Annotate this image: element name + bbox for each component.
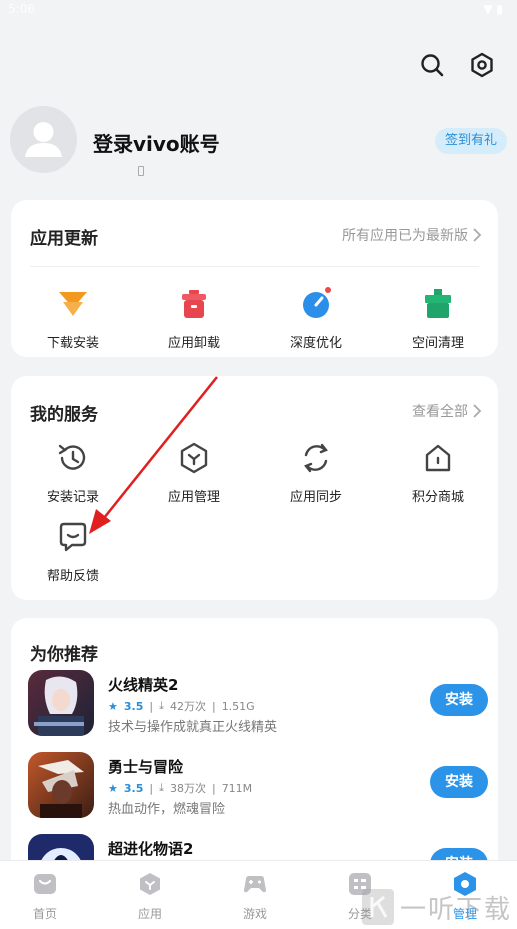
optimize-item[interactable]: 深度优化 [266, 286, 366, 351]
updates-link-label: 所有应用已为最新版 [342, 228, 468, 244]
app-name: 火线精英2 [108, 676, 179, 694]
download-count-icon: ⤓ [159, 699, 164, 712]
sign-in-badge[interactable]: 签到有礼 [434, 128, 507, 154]
services-title: 我的服务 [30, 405, 98, 425]
placeholder-glyph [138, 166, 144, 176]
status-bar: 5:06 ▼ ▮ [0, 0, 517, 22]
clean-icon [425, 289, 451, 318]
apps-icon [140, 873, 160, 895]
game-art-icon [28, 670, 94, 736]
app-name: 勇士与冒险 [108, 758, 184, 776]
settings-icon[interactable] [469, 52, 495, 78]
status-time: 5:06 [8, 2, 35, 16]
optimize-label: 深度优化 [289, 336, 342, 351]
services-card: 我的服务 查看全部 安装记录 应用管理 应用同步 积分商城 帮助反馈 [11, 376, 498, 600]
help-feedback-item[interactable]: 帮助反馈 [23, 519, 123, 584]
game-art-icon [28, 752, 94, 818]
separator: | [211, 781, 216, 795]
app-rating: 3.5 [123, 781, 144, 795]
separator: | [149, 699, 154, 713]
uninstall-item[interactable]: 应用卸载 [144, 286, 244, 351]
app-size: 1.51G [221, 699, 255, 713]
recommend-title: 为你推荐 [30, 645, 98, 665]
download-count-icon: ⤓ [159, 781, 164, 794]
app-downloads: 42万次 [169, 700, 206, 713]
home-icon [34, 874, 56, 894]
help-feedback-label: 帮助反馈 [46, 569, 99, 584]
watermark-logo-icon [362, 889, 394, 925]
separator: | [211, 699, 216, 713]
watermark-text: 一听下载 [400, 895, 513, 925]
divider [30, 266, 479, 267]
services-view-all-label: 查看全部 [412, 404, 468, 420]
download-install-item[interactable]: 下载安装 [23, 286, 123, 351]
tab-home[interactable]: 首页 [15, 871, 75, 922]
status-icons: ▼ ▮ [483, 2, 503, 16]
app-downloads: 38万次 [169, 782, 206, 795]
feedback-icon [59, 522, 87, 552]
uninstall-icon [182, 290, 206, 318]
services-view-all[interactable]: 查看全部 [412, 401, 482, 421]
download-icon [59, 292, 87, 316]
login-title[interactable]: 登录vivo账号 [93, 128, 220, 157]
app-size: 711M [221, 781, 253, 795]
optimize-icon [303, 287, 331, 318]
updates-link[interactable]: 所有应用已为最新版 [342, 225, 482, 245]
app-sync-label: 应用同步 [289, 490, 342, 505]
app-meta: ★ 3.5 | ⤓ 42万次 | 1.51G [108, 698, 255, 714]
app-meta: ★ 3.5 | ⤓ 38万次 | 711M [108, 780, 252, 796]
app-icon-hxjy[interactable] [28, 670, 94, 736]
search-icon[interactable] [419, 52, 445, 78]
chevron-right-icon [473, 404, 482, 418]
history-icon [58, 444, 86, 470]
download-install-label: 下载安装 [46, 336, 99, 351]
clean-item[interactable]: 空间清理 [388, 286, 488, 351]
user-icon [25, 122, 62, 157]
install-button[interactable]: 安装 [430, 684, 488, 716]
star-icon: ★ [108, 699, 118, 713]
manage-icon [180, 442, 208, 474]
star-icon: ★ [108, 781, 118, 795]
app-sync-item[interactable]: 应用同步 [266, 440, 366, 505]
chevron-right-icon [473, 228, 482, 242]
app-manage-label: 应用管理 [167, 490, 220, 505]
tab-games[interactable]: 游戏 [225, 871, 285, 922]
points-store-item[interactable]: 积分商城 [388, 440, 488, 505]
install-button[interactable]: 安装 [430, 766, 488, 798]
recommend-card: 为你推荐 火线精英2 ★ 3.5 | ⤓ 42万次 | 1.51G 技术与操作成… [11, 618, 498, 900]
profile-section: 登录vivo账号 签到有礼 [10, 106, 507, 176]
separator: | [149, 781, 154, 795]
app-description: 热血动作，燃魂冒险 [108, 802, 226, 817]
app-rating: 3.5 [123, 699, 144, 713]
install-history-item[interactable]: 安装记录 [23, 440, 123, 505]
app-description: 技术与操作成就真正火线精英 [108, 720, 278, 735]
store-icon [425, 444, 451, 472]
updates-card: 应用更新 所有应用已为最新版 下载安装 应用卸载 深度优化 空间清理 [11, 200, 498, 357]
tab-apps[interactable]: 应用 [120, 871, 180, 922]
uninstall-label: 应用卸载 [167, 336, 220, 351]
game-icon [244, 876, 266, 893]
sync-icon [304, 443, 328, 473]
avatar[interactable] [10, 106, 77, 173]
points-store-label: 积分商城 [411, 490, 464, 505]
tab-home-label: 首页 [32, 907, 57, 921]
top-toolbar [419, 52, 495, 78]
updates-title: 应用更新 [30, 229, 98, 249]
clean-label: 空间清理 [411, 336, 464, 351]
tab-games-label: 游戏 [242, 907, 267, 921]
app-row[interactable]: 火线精英2 ★ 3.5 | ⤓ 42万次 | 1.51G 技术与操作成就真正火线… [28, 670, 488, 738]
install-history-label: 安装记录 [46, 490, 99, 505]
app-icon-yszmx[interactable] [28, 752, 94, 818]
app-manage-item[interactable]: 应用管理 [144, 440, 244, 505]
app-row[interactable]: 勇士与冒险 ★ 3.5 | ⤓ 38万次 | 711M 热血动作，燃魂冒险 安装 [28, 752, 488, 820]
app-name: 超进化物语2 [108, 840, 194, 858]
tab-apps-label: 应用 [137, 907, 162, 921]
watermark: 一听下载 [360, 885, 517, 929]
